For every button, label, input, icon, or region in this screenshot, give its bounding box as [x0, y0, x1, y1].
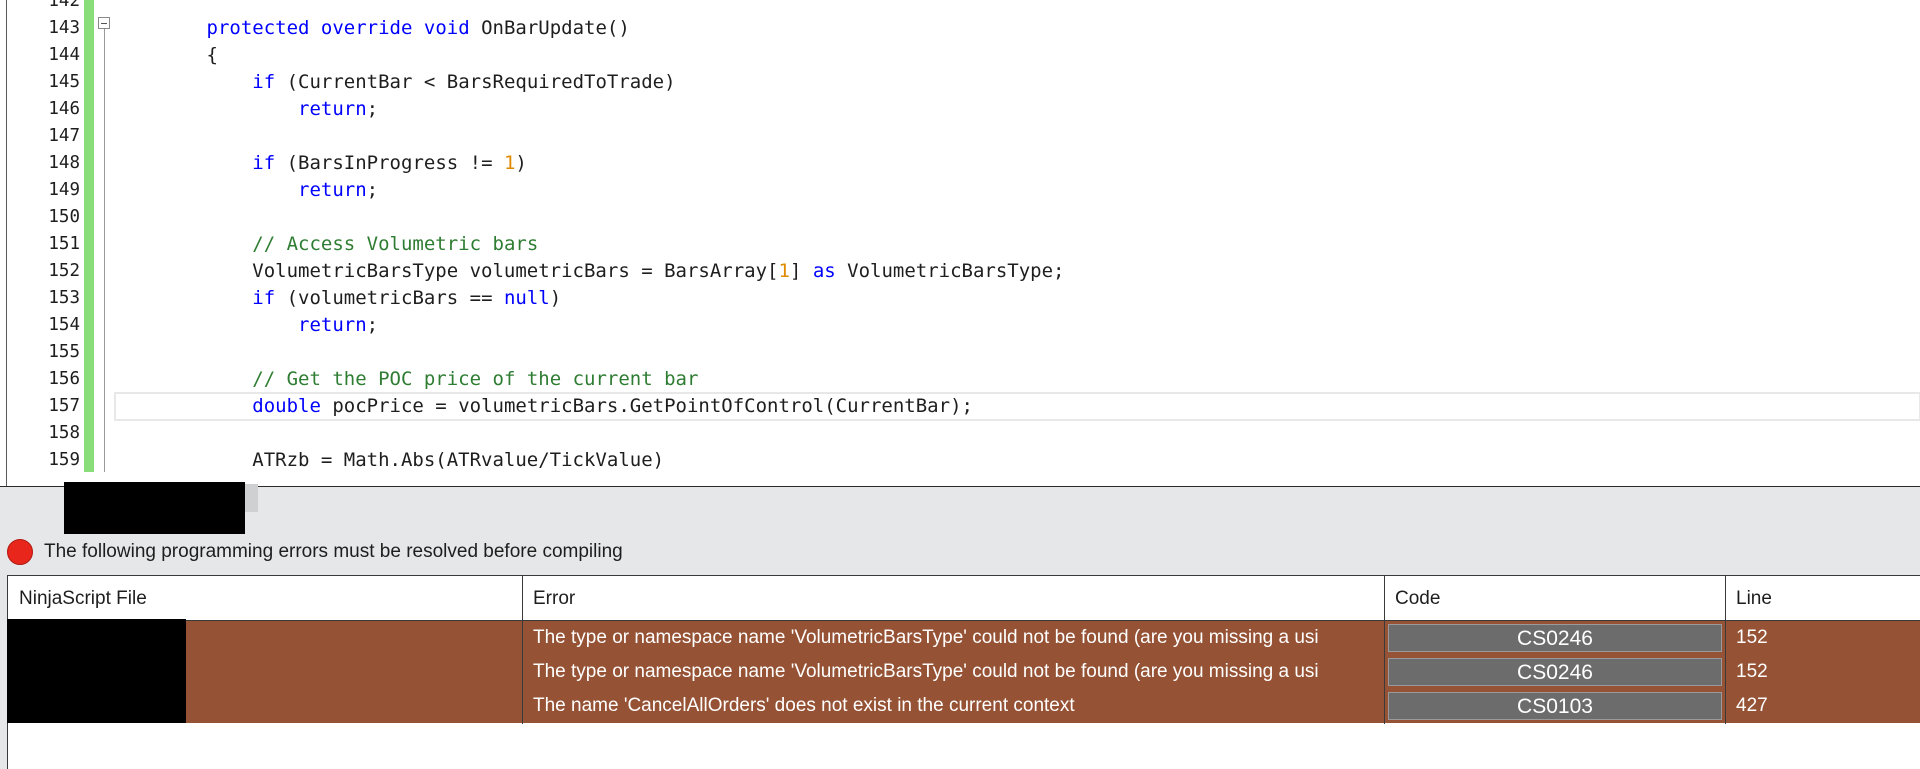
code-line[interactable] [115, 123, 1920, 150]
code-line[interactable] [115, 0, 1920, 15]
line-number: 158 [48, 423, 80, 443]
table-row[interactable]: The type or namespace name 'VolumetricBa… [8, 655, 1920, 689]
column-divider [522, 576, 523, 724]
code-editor[interactable]: 142 143 144 145 146 147 148 149 150 151 152 153 154 1… [0, 0, 1920, 487]
line-number-gutter: 142 143 144 145 146 147 148 149 150 151 152 153 154 1… [7, 0, 82, 474]
line-number: 156 [48, 369, 80, 389]
redacted-region [64, 482, 245, 534]
code-line[interactable]: return; [115, 177, 1920, 204]
code-line[interactable]: { [115, 42, 1920, 69]
line-number: 147 [48, 126, 80, 146]
change-tracking-bar [84, 0, 94, 472]
code-line[interactable]: return; [115, 96, 1920, 123]
code-line[interactable]: if (BarsInProgress != 1) [115, 150, 1920, 177]
code-line[interactable] [115, 204, 1920, 231]
line-number: 150 [48, 207, 80, 227]
column-header-error[interactable]: Error [522, 576, 1384, 621]
redacted-region [7, 619, 186, 723]
code-line[interactable]: if (volumetricBars == null) [115, 285, 1920, 312]
column-divider [1725, 576, 1726, 724]
code-line[interactable]: // Access Volumetric bars [115, 231, 1920, 258]
code-line[interactable] [115, 420, 1920, 447]
line-number: 157 [48, 396, 80, 416]
table-row[interactable]: The type or namespace name 'VolumetricBa… [8, 621, 1920, 655]
code-cell: CS0103 [1388, 692, 1722, 720]
error-cell: The type or namespace name 'VolumetricBa… [533, 627, 1319, 648]
code-line[interactable]: VolumetricBarsType volumetricBars = Bars… [115, 258, 1920, 285]
line-number: 152 [48, 261, 80, 281]
code-line[interactable]: double pocPrice = volumetricBars.GetPoin… [114, 392, 1920, 421]
code-cell: CS0246 [1388, 658, 1722, 686]
compile-error-message: The following programming errors must be… [44, 541, 623, 562]
column-divider [1384, 576, 1385, 724]
code-line[interactable] [115, 339, 1920, 366]
line-number: 153 [48, 288, 80, 308]
line-number: 145 [48, 72, 80, 92]
column-header-line[interactable]: Line [1725, 576, 1920, 621]
error-list-grid: NinjaScript File Error Code Line The typ… [7, 575, 1920, 769]
code-cell: CS0246 [1388, 624, 1722, 652]
code-line[interactable]: ATRzb = Math.Abs(ATRvalue/TickValue) [115, 447, 1920, 474]
line-number: 144 [48, 45, 80, 65]
line-number: 155 [48, 342, 80, 362]
table-row[interactable]: The name 'CancelAllOrders' does not exis… [8, 689, 1920, 723]
code-text-area[interactable]: protected override void OnBarUpdate() { … [114, 0, 1920, 474]
column-header-file[interactable]: NinjaScript File [8, 576, 522, 621]
line-number: 146 [48, 99, 80, 119]
error-cell: The type or namespace name 'VolumetricBa… [533, 661, 1319, 682]
code-line[interactable]: if (CurrentBar < BarsRequiredToTrade) [115, 69, 1920, 96]
code-line[interactable]: protected override void OnBarUpdate() [115, 15, 1920, 42]
line-cell: 427 [1736, 695, 1768, 716]
line-number: 142 [48, 0, 80, 11]
line-cell: 152 [1736, 661, 1768, 682]
code-line[interactable]: // Get the POC price of the current bar [115, 366, 1920, 393]
line-number: 154 [48, 315, 80, 335]
line-number: 148 [48, 153, 80, 173]
line-number: 149 [48, 180, 80, 200]
line-cell: 152 [1736, 627, 1768, 648]
error-cell: The name 'CancelAllOrders' does not exis… [533, 695, 1075, 716]
column-header-code[interactable]: Code [1384, 576, 1725, 621]
collapse-minus-icon[interactable] [98, 17, 110, 29]
line-number: 151 [48, 234, 80, 254]
fold-guide-line [104, 25, 105, 472]
line-number: 159 [48, 450, 80, 470]
code-line[interactable]: return; [115, 312, 1920, 339]
error-dot-icon [7, 539, 33, 565]
line-number: 143 [48, 18, 80, 38]
